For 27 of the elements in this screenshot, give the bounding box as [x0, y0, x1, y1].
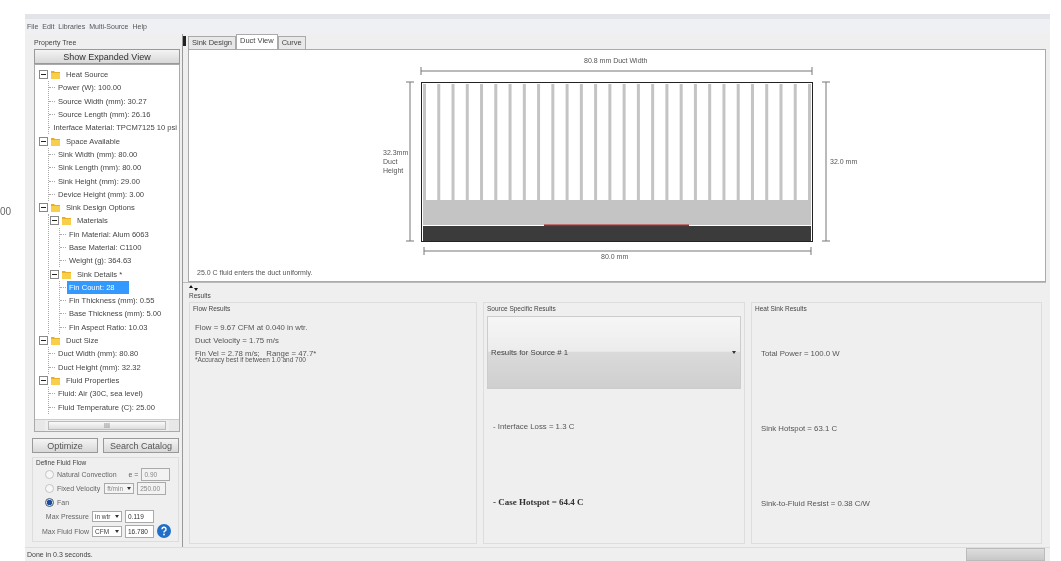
- folder-icon: [51, 70, 60, 80]
- help-icon[interactable]: [157, 524, 171, 538]
- folder-icon: [51, 336, 60, 346]
- show-expanded-view-button[interactable]: Show Expanded View: [34, 49, 180, 64]
- collapse-icon[interactable]: [39, 203, 48, 213]
- caret-icon: [732, 351, 736, 354]
- collapse-icon[interactable]: [39, 336, 48, 346]
- radio-button[interactable]: [45, 497, 54, 507]
- folder-icon: [62, 216, 71, 226]
- folder-icon: [51, 375, 60, 385]
- collapse-icon[interactable]: [39, 70, 48, 80]
- result-text: - Case Hotspot = 64.4 C: [493, 496, 584, 507]
- collapse-icon[interactable]: [39, 375, 48, 385]
- caret-icon: [115, 530, 119, 533]
- caret-icon: [115, 515, 119, 518]
- caret-icon: [127, 486, 132, 490]
- folder-icon: [51, 203, 60, 213]
- search-catalog-button[interactable]: Search Catalog: [103, 438, 179, 453]
- edge-text: 00: [0, 206, 12, 217]
- optimize-button[interactable]: Optimize: [32, 438, 98, 453]
- collapse-icon[interactable]: [50, 216, 59, 226]
- radio-button[interactable]: [45, 483, 54, 493]
- folder-icon: [51, 136, 60, 146]
- collapse-icon[interactable]: [50, 269, 59, 279]
- radio-button[interactable]: [45, 469, 54, 479]
- collapse-icon[interactable]: [39, 136, 48, 146]
- folder-icon: [62, 269, 71, 279]
